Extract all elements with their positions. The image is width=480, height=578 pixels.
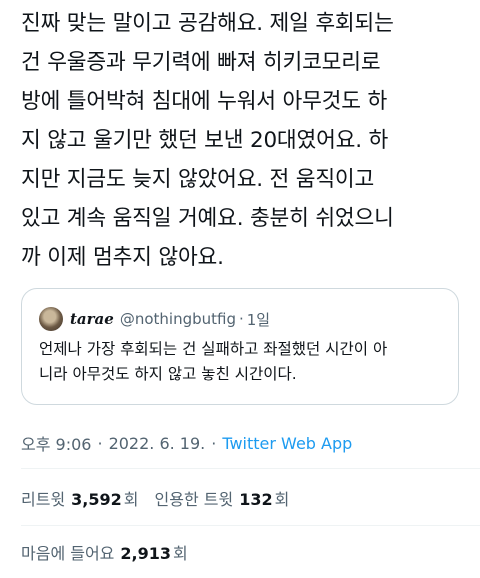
quote-tweet-suffix: 회 [274, 490, 290, 509]
quote-tweet-label: 인용한 트윗 [154, 490, 234, 509]
like-suffix: 회 [173, 544, 188, 563]
like-count: 2,913 [120, 544, 172, 563]
quoted-tweet-header: tarae @nothingbutfig · 1일 [39, 307, 270, 331]
separator-dot: · [211, 433, 217, 453]
quote-tweet-stat[interactable]: 인용한 트윗 132 회 [155, 486, 290, 510]
source-link[interactable]: Twitter Web App [222, 434, 352, 453]
likes-stats: 마음에 들어요 2,913 회 [21, 538, 204, 566]
quoted-author-handle[interactable]: @nothingbutfig [120, 310, 236, 328]
quoted-tweet-card[interactable]: tarae @nothingbutfig · 1일 언제나 가장 후회되는 건 … [21, 288, 459, 405]
tweet-meta: 오후 9:06 · 2022. 6. 19. · Twitter Web App [21, 431, 352, 455]
retweet-label: 리트윗 [21, 490, 66, 509]
divider [21, 525, 480, 526]
like-stat[interactable]: 마음에 들어요 2,913 회 [21, 540, 188, 564]
engagement-stats: 리트윗 3,592 회 인용한 트윗 132 회 [21, 484, 305, 512]
quoted-tweet-text: 언제나 가장 후회되는 건 실패하고 좌절했던 시간이 아 니라 아무것도 하지… [39, 340, 388, 383]
separator-dot: · [238, 310, 244, 328]
tweet-time[interactable]: 오후 9:06 [21, 431, 91, 455]
quoted-tweet-time[interactable]: 1일 [247, 309, 270, 330]
tweet-text: 진짜 맞는 말이고 공감해요. 제일 후회되는 건 우울증과 무기력에 빠져 히… [21, 11, 394, 270]
divider [21, 468, 480, 469]
quoted-author-name[interactable]: tarae [70, 310, 114, 328]
retweet-stat[interactable]: 리트윗 3,592 회 [21, 486, 139, 510]
retweet-suffix: 회 [123, 490, 139, 509]
avatar[interactable] [39, 307, 63, 331]
retweet-count: 3,592 [71, 490, 122, 509]
separator-dot: · [97, 433, 103, 453]
quote-tweet-count: 132 [239, 490, 273, 509]
tweet-date[interactable]: 2022. 6. 19. [109, 434, 206, 453]
like-label: 마음에 들어요 [21, 544, 115, 563]
